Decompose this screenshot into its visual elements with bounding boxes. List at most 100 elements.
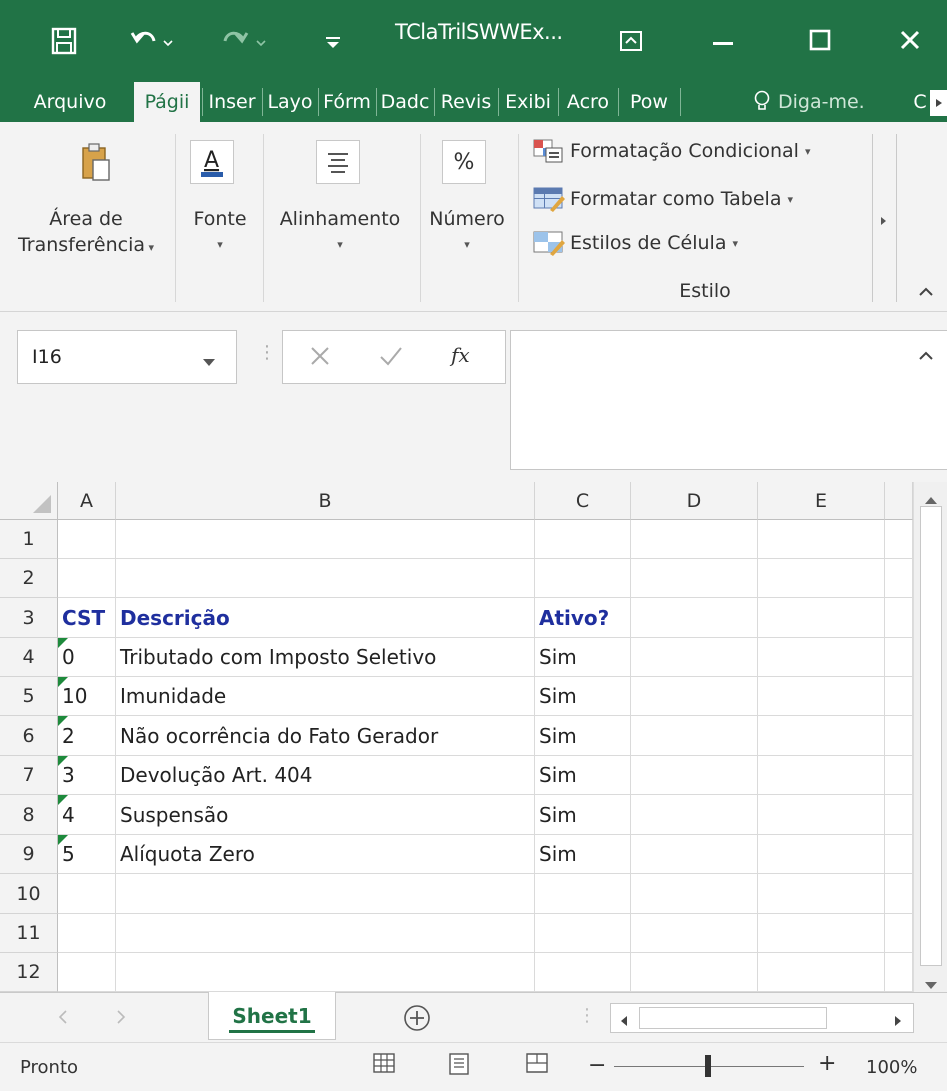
description-cell[interactable]: Suspensão	[116, 795, 535, 835]
horizontal-scroll-thumb[interactable]	[639, 1007, 827, 1029]
save-icon[interactable]	[44, 18, 84, 64]
cell-styles-button[interactable]: Estilos de Célula ▾	[532, 226, 738, 260]
cell[interactable]	[758, 677, 885, 716]
minimize-button[interactable]	[693, 12, 753, 68]
format-as-table-button[interactable]: Formatar como Tabela ▾	[532, 182, 793, 216]
cell[interactable]	[885, 795, 913, 835]
row-header[interactable]: 9	[0, 835, 58, 874]
active-cell[interactable]: Sim	[535, 835, 631, 874]
tab-overflow[interactable]: C	[912, 82, 928, 122]
description-cell[interactable]: Alíquota Zero	[116, 835, 535, 874]
cst-cell[interactable]: 2	[58, 716, 116, 756]
row-header[interactable]: 11	[0, 914, 58, 953]
tab-power[interactable]: Pow	[620, 82, 678, 122]
header-cell-descricao[interactable]: Descrição	[116, 598, 535, 638]
cell[interactable]	[116, 520, 535, 559]
zoom-slider-thumb[interactable]	[705, 1055, 711, 1077]
redo-icon[interactable]	[216, 18, 272, 64]
font-icon[interactable]: A	[190, 140, 234, 184]
active-cell[interactable]: Sim	[535, 756, 631, 795]
cell[interactable]	[758, 638, 885, 677]
column-header-c[interactable]: C	[535, 482, 631, 520]
description-cell[interactable]: Tributado com Imposto Seletivo	[116, 638, 535, 677]
cell[interactable]	[58, 874, 116, 914]
header-cell-cst[interactable]: CST	[58, 598, 116, 638]
active-cell[interactable]: Sim	[535, 677, 631, 716]
tab-exibir[interactable]: Exibi	[500, 82, 556, 122]
row-header[interactable]: 8	[0, 795, 58, 835]
row-header[interactable]: 2	[0, 559, 58, 598]
number-group[interactable]: Número ▾	[420, 206, 514, 258]
previous-sheet-icon[interactable]	[58, 1009, 68, 1028]
cell[interactable]	[631, 598, 758, 638]
tab-inserir[interactable]: Inser	[204, 82, 260, 122]
cell[interactable]	[535, 874, 631, 914]
row-header[interactable]: 5	[0, 677, 58, 716]
insert-function-icon[interactable]: fx	[451, 343, 470, 367]
cst-cell[interactable]: 10	[58, 677, 116, 716]
collapse-formula-bar-icon[interactable]	[918, 346, 934, 365]
cell[interactable]	[885, 756, 913, 795]
tab-formulas[interactable]: Fórm	[320, 82, 374, 122]
cell[interactable]	[885, 638, 913, 677]
alignment-icon[interactable]	[316, 140, 360, 184]
active-cell[interactable]: Sim	[535, 716, 631, 756]
font-group[interactable]: Fonte ▾	[180, 206, 260, 258]
tab-dados[interactable]: Dadc	[378, 82, 432, 122]
cell[interactable]	[631, 756, 758, 795]
tab-pagina-inicial[interactable]: Págii	[134, 82, 200, 122]
cancel-icon[interactable]	[309, 345, 331, 371]
alignment-group[interactable]: Alinhamento ▾	[264, 206, 416, 258]
cell[interactable]	[758, 835, 885, 874]
cell[interactable]	[885, 953, 913, 992]
zoom-level[interactable]: 100%	[866, 1057, 917, 1078]
column-header-e[interactable]: E	[758, 482, 885, 520]
description-cell[interactable]: Devolução Art. 404	[116, 756, 535, 795]
sheet-tab-sheet1[interactable]: Sheet1	[208, 992, 336, 1040]
cell[interactable]	[885, 520, 913, 559]
row-header[interactable]: 7	[0, 756, 58, 795]
scroll-left-icon[interactable]	[619, 1012, 629, 1031]
conditional-formatting-button[interactable]: Formatação Condicional ▾	[532, 134, 810, 168]
cell[interactable]	[885, 874, 913, 914]
cell[interactable]	[885, 677, 913, 716]
tab-arquivo[interactable]: Arquivo	[18, 82, 122, 122]
cell[interactable]	[116, 914, 535, 953]
cell[interactable]	[885, 559, 913, 598]
cell[interactable]	[631, 677, 758, 716]
page-break-view-icon[interactable]	[524, 1051, 550, 1082]
cell[interactable]	[631, 716, 758, 756]
lightbulb-icon[interactable]	[752, 82, 772, 122]
select-all-corner[interactable]	[0, 482, 58, 520]
header-cell-ativo[interactable]: Ativo?	[535, 598, 631, 638]
cell[interactable]	[885, 598, 913, 638]
cell[interactable]	[631, 638, 758, 677]
row-header[interactable]: 3	[0, 598, 58, 638]
cell[interactable]	[535, 559, 631, 598]
vertical-scrollbar[interactable]	[913, 482, 947, 992]
cell[interactable]	[58, 520, 116, 559]
cell[interactable]	[631, 835, 758, 874]
collapse-ribbon-icon[interactable]	[918, 282, 934, 301]
cell[interactable]	[885, 835, 913, 874]
active-cell[interactable]: Sim	[535, 795, 631, 835]
scroll-thumb[interactable]	[920, 506, 942, 966]
scroll-right-icon[interactable]	[893, 1012, 903, 1031]
cell[interactable]	[758, 953, 885, 992]
cell[interactable]	[758, 598, 885, 638]
cell[interactable]	[885, 716, 913, 756]
column-header-b[interactable]: B	[116, 482, 535, 520]
customize-qat-icon[interactable]	[318, 18, 348, 64]
tab-layout[interactable]: Layo	[264, 82, 316, 122]
cell[interactable]	[758, 874, 885, 914]
cell[interactable]	[631, 795, 758, 835]
cell[interactable]	[631, 559, 758, 598]
cell[interactable]	[116, 953, 535, 992]
clipboard-icon[interactable]	[74, 140, 118, 184]
tab-split-grip-icon[interactable]: ⋮	[578, 1005, 596, 1026]
active-cell[interactable]: Sim	[535, 638, 631, 677]
tab-acrobat[interactable]: Acro	[560, 82, 616, 122]
name-box[interactable]: I16	[17, 330, 237, 384]
page-layout-view-icon[interactable]	[446, 1051, 472, 1082]
row-header[interactable]: 4	[0, 638, 58, 677]
